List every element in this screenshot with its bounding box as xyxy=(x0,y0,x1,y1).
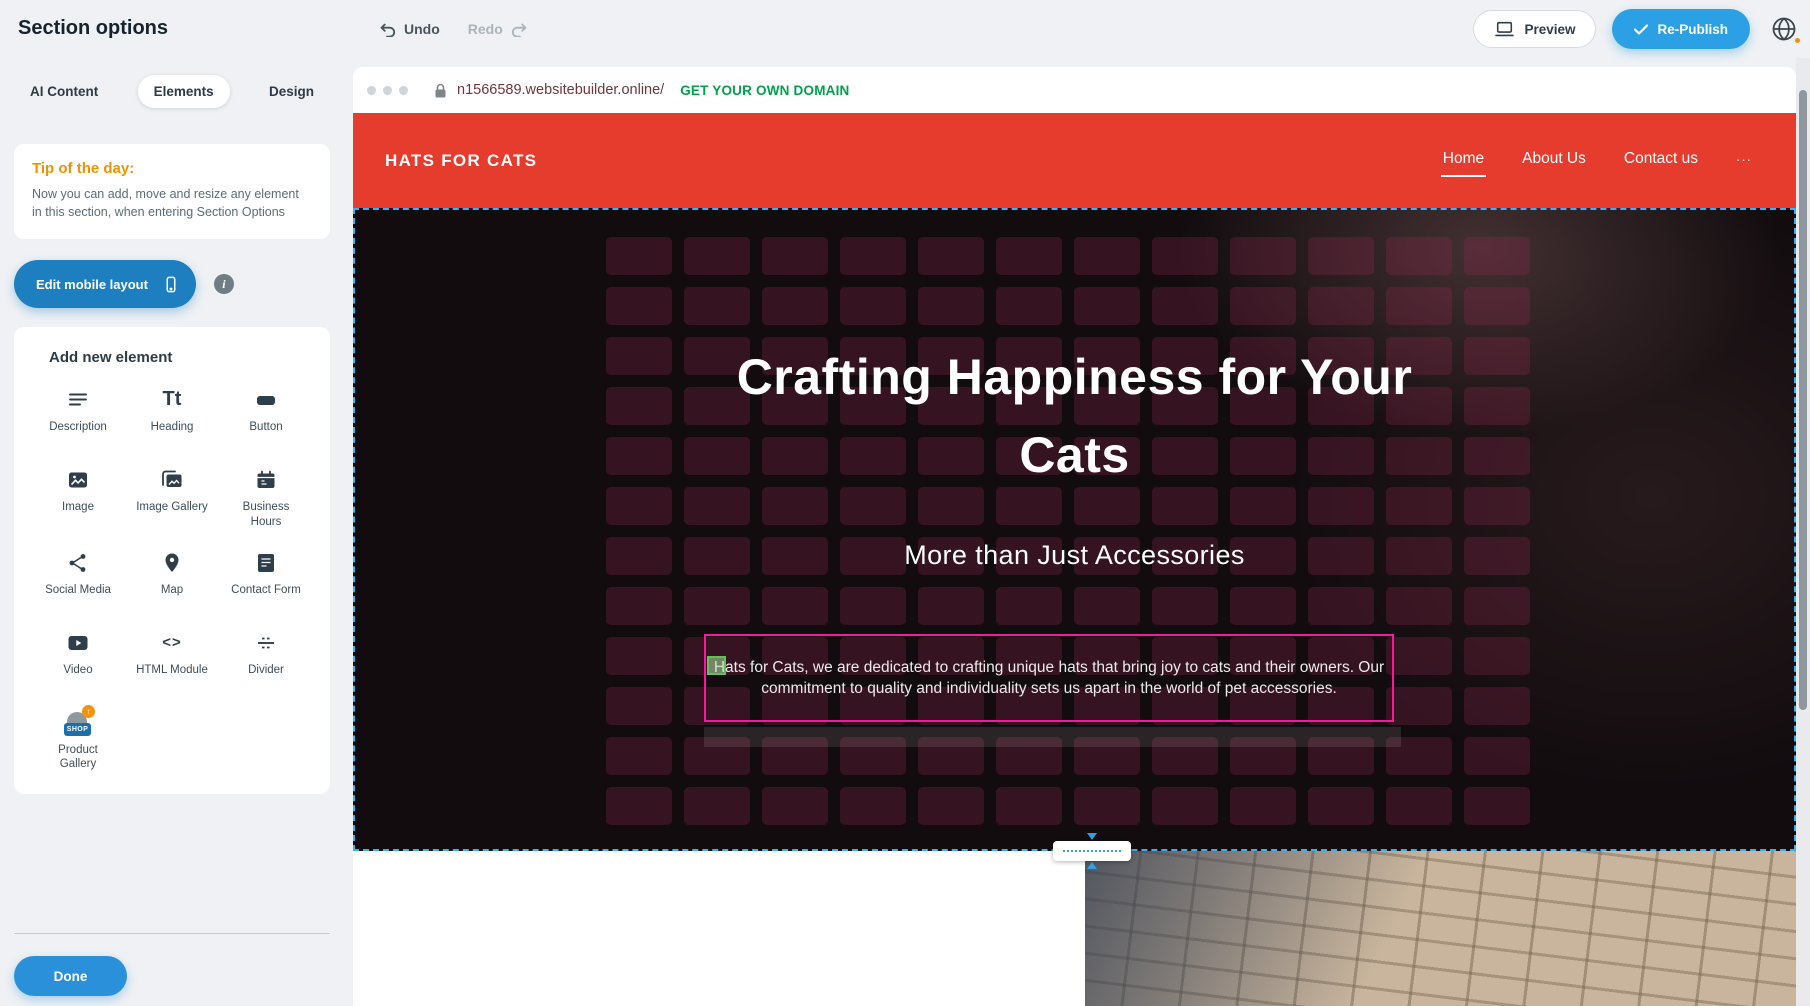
undo-label: Undo xyxy=(404,21,440,37)
nav-more-menu[interactable]: ··· xyxy=(1734,146,1754,176)
site-url: n1566589.websitebuilder.online/ xyxy=(457,82,664,98)
add-element-description[interactable]: Description xyxy=(31,382,125,446)
sidebar-divider xyxy=(14,933,330,934)
republish-button[interactable]: Re-Publish xyxy=(1612,9,1750,49)
site-preview-panel: n1566589.websitebuilder.online/ GET YOUR… xyxy=(353,67,1796,1006)
code-icon: <> xyxy=(162,629,182,656)
add-element-contact-form[interactable]: Contact Form xyxy=(219,545,313,609)
tab-ai-content[interactable]: AI Content xyxy=(14,75,114,108)
add-element-divider[interactable]: Divider xyxy=(219,625,313,689)
add-element-html-module[interactable]: <> HTML Module xyxy=(125,625,219,689)
redo-label: Redo xyxy=(468,21,503,37)
nav-item-contact-us[interactable]: Contact us xyxy=(1622,144,1700,177)
nav-item-about-us[interactable]: About Us xyxy=(1520,144,1588,177)
tip-title: Tip of the day: xyxy=(32,160,312,177)
add-new-element-card: Add new element Description Tt Heading B… xyxy=(14,327,330,794)
page-scrollbar[interactable] xyxy=(1796,58,1810,1006)
edit-mobile-layout-button[interactable]: Edit mobile layout xyxy=(14,260,196,308)
history-controls: Undo Redo xyxy=(378,0,529,58)
lock-icon xyxy=(434,83,447,98)
redo-icon xyxy=(511,22,529,37)
preview-button[interactable]: Preview xyxy=(1473,10,1596,48)
site-logo[interactable]: HATS FOR CATS xyxy=(385,151,537,171)
image-gallery-icon xyxy=(160,466,184,493)
monitor-icon xyxy=(1494,21,1515,38)
window-dots xyxy=(367,86,408,95)
hero-section[interactable]: Crafting Happiness for Your Cats More th… xyxy=(353,208,1796,851)
paving-stones-image xyxy=(1085,851,1796,1006)
add-element-image-gallery[interactable]: Image Gallery xyxy=(125,462,219,529)
add-element-product-gallery[interactable]: SHOP ↑ Product Gallery xyxy=(31,705,125,772)
notification-dot xyxy=(1793,36,1802,45)
top-toolbar: Section options Undo Redo xyxy=(0,0,1810,58)
hero-paragraph[interactable]: Hats for Cats, we are dedicated to craft… xyxy=(710,657,1388,699)
add-element-business-hours[interactable]: Business Hours xyxy=(219,462,313,529)
share-icon xyxy=(66,549,90,576)
add-element-video[interactable]: Video xyxy=(31,625,125,689)
video-icon xyxy=(66,629,90,656)
hero-heading[interactable]: Crafting Happiness for Your Cats xyxy=(353,338,1796,494)
tip-of-the-day-card: Tip of the day: Now you can add, move an… xyxy=(14,144,330,239)
nav-item-home[interactable]: Home xyxy=(1441,144,1486,177)
section-options-sidebar: AI Content Elements Design Tip of the da… xyxy=(0,58,353,1006)
calendar-icon xyxy=(254,466,278,493)
add-element-title: Add new element xyxy=(49,349,313,366)
tip-body: Now you can add, move and resize any ele… xyxy=(32,185,312,221)
check-icon xyxy=(1634,24,1648,35)
contact-form-icon xyxy=(254,549,278,576)
republish-label: Re-Publish xyxy=(1657,22,1728,37)
ghost-element xyxy=(704,727,1401,747)
heading-icon: Tt xyxy=(163,386,182,413)
selected-text-element[interactable]: Hats for Cats, we are dedicated to craft… xyxy=(704,634,1394,722)
arrow-down-icon xyxy=(1087,833,1097,840)
undo-button[interactable]: Undo xyxy=(378,21,440,37)
tab-elements[interactable]: Elements xyxy=(138,75,230,108)
edit-mobile-row: Edit mobile layout i xyxy=(14,260,330,308)
element-grid: Description Tt Heading Button xyxy=(31,382,313,772)
dotted-line xyxy=(1063,850,1121,852)
shop-ribbon: SHOP xyxy=(64,723,91,736)
add-element-image[interactable]: Image xyxy=(31,462,125,529)
redo-button[interactable]: Redo xyxy=(468,21,529,37)
site-nav: Home About Us Contact us ··· xyxy=(1441,144,1754,177)
undo-icon xyxy=(378,22,396,37)
hero-subheading[interactable]: More than Just Accessories xyxy=(353,540,1796,571)
preview-label: Preview xyxy=(1524,22,1575,37)
browser-bar: n1566589.websitebuilder.online/ GET YOUR… xyxy=(353,67,1796,113)
button-icon xyxy=(254,386,278,413)
map-pin-icon xyxy=(160,549,184,576)
add-element-heading[interactable]: Tt Heading xyxy=(125,382,219,446)
done-button[interactable]: Done xyxy=(14,956,127,996)
add-element-button[interactable]: Button xyxy=(219,382,313,446)
divider-icon xyxy=(254,629,278,656)
upgrade-badge-icon: ↑ xyxy=(82,705,95,718)
description-icon xyxy=(66,386,90,413)
add-element-social-media[interactable]: Social Media xyxy=(31,545,125,609)
product-gallery-icon: SHOP ↑ xyxy=(63,709,93,736)
add-element-map[interactable]: Map xyxy=(125,545,219,609)
info-icon[interactable]: i xyxy=(214,274,234,294)
next-section[interactable] xyxy=(353,851,1796,1006)
sidebar-tabs: AI Content Elements Design xyxy=(14,75,330,108)
topbar-actions: Preview Re-Publish xyxy=(1473,0,1802,58)
scrollbar-thumb[interactable] xyxy=(1799,90,1807,710)
arrow-up-icon xyxy=(1087,862,1097,869)
edit-mobile-label: Edit mobile layout xyxy=(36,277,148,292)
section-resize-handle[interactable] xyxy=(1053,833,1131,869)
site-header[interactable]: HATS FOR CATS Home About Us Contact us ·… xyxy=(353,113,1796,208)
phone-icon xyxy=(162,275,180,294)
image-icon xyxy=(66,466,90,493)
language-globe-button[interactable] xyxy=(1766,11,1802,47)
tab-design[interactable]: Design xyxy=(253,75,330,108)
page-title: Section options xyxy=(18,17,168,40)
get-domain-link[interactable]: GET YOUR OWN DOMAIN xyxy=(680,83,849,98)
element-drag-handle[interactable] xyxy=(707,656,726,675)
